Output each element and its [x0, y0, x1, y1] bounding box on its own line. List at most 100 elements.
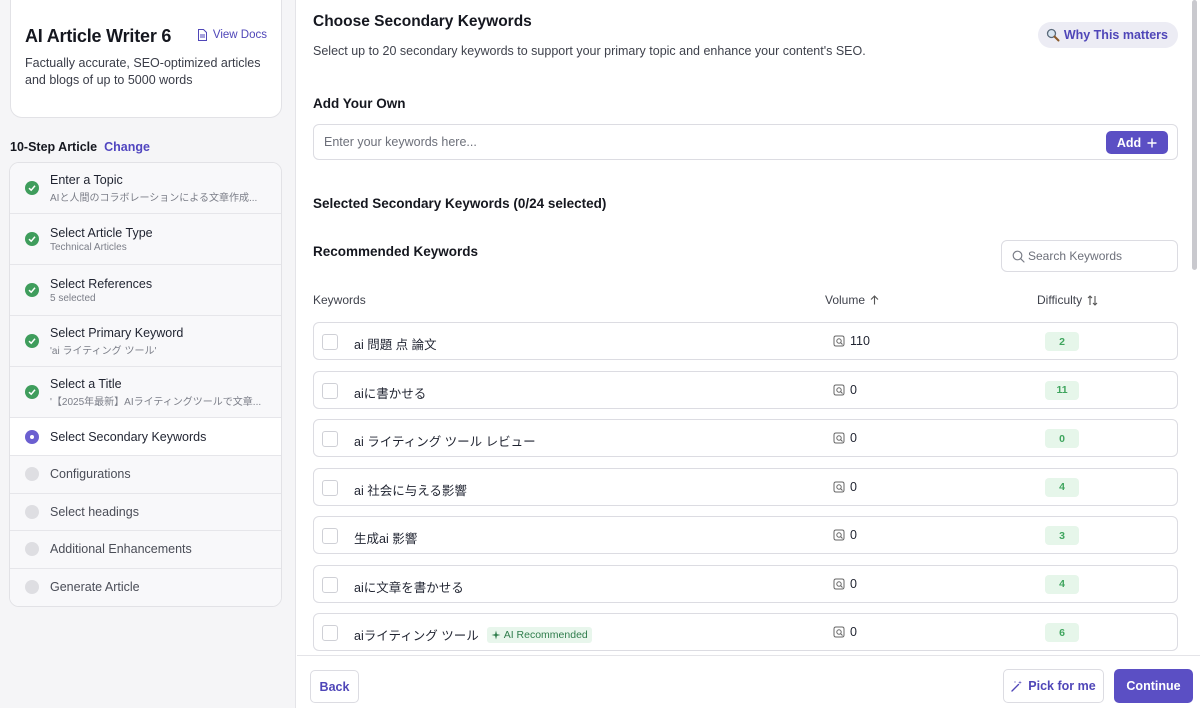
continue-button[interactable]: Continue	[1114, 669, 1193, 703]
step-select-secondary-keywords[interactable]: Select Secondary Keywords	[10, 418, 281, 456]
search-volume-icon	[833, 626, 845, 638]
change-link[interactable]: Change	[104, 140, 150, 154]
steps-list: Enter a Topic AIと人間のコラボレーションによる文章作成... Se…	[9, 162, 282, 607]
sort-icon	[1087, 294, 1098, 306]
column-difficulty-label: Difficulty	[1037, 293, 1083, 307]
steps-header-label: 10-Step Article	[10, 140, 98, 154]
pending-step-icon	[25, 580, 39, 595]
view-docs-link[interactable]: View Docs	[197, 29, 267, 41]
keyword-checkbox[interactable]	[322, 528, 338, 544]
column-volume-label: Volume	[825, 293, 866, 307]
column-header-volume[interactable]: Volume	[825, 293, 879, 307]
footer-bar: Back Pick for me Continue	[297, 655, 1200, 708]
difficulty-badge: 6	[1045, 623, 1079, 642]
keyword-checkbox[interactable]	[322, 334, 338, 350]
step-select-primary-keyword[interactable]: Select Primary Keyword 'ai ライティング ツール'	[10, 316, 281, 367]
keyword-checkbox[interactable]	[322, 576, 338, 593]
pending-step-icon	[25, 467, 39, 482]
keywords-table: ai 問題 点 論文 110 2 aiに書かせる 0 11 ai ライティング …	[313, 322, 1178, 655]
keyword-volume: 110	[850, 334, 870, 348]
arrow-up-icon	[870, 295, 879, 305]
keyword-checkbox[interactable]	[322, 431, 338, 447]
keyword-text: aiに書かせる	[354, 386, 427, 401]
step-sublabel: 5 selected	[50, 292, 96, 304]
keyword-text: ai 社会に与える影響	[354, 483, 467, 498]
difficulty-badge: 0	[1045, 429, 1079, 448]
ai-recommended-badge: AI Recommended	[486, 626, 592, 643]
step-label: Select Secondary Keywords	[50, 429, 207, 444]
keyword-volume: 0	[850, 576, 857, 591]
step-select-headings[interactable]: Select headings	[10, 493, 281, 531]
current-step-icon	[25, 429, 39, 444]
difficulty-badge: 3	[1045, 526, 1079, 545]
search-volume-icon	[833, 578, 845, 589]
table-row[interactable]: ai 問題 点 論文 110 2	[313, 322, 1178, 360]
step-label: Additional Enhancements	[50, 542, 192, 557]
add-your-own-heading: Add Your Own	[313, 96, 406, 111]
column-header-keywords: Keywords	[313, 293, 366, 307]
recommended-keywords-heading: Recommended Keywords	[313, 244, 479, 259]
why-button-label: Why This matters	[1063, 28, 1168, 42]
step-label: Select References	[50, 276, 153, 291]
difficulty-badge: 11	[1045, 380, 1079, 400]
keyword-checkbox[interactable]	[322, 625, 338, 641]
step-select-title[interactable]: Select a Title '【2025年最新】AIライティングツールで文章..…	[10, 367, 281, 418]
app-description: Factually accurate, SEO-optimized articl…	[25, 56, 261, 87]
step-sublabel: '【2025年最新】AIライティングツールで文章...	[50, 396, 262, 408]
table-row[interactable]: aiライティング ツール AI Recommended 0 6	[313, 613, 1178, 651]
step-label: Generate Article	[50, 580, 140, 595]
selected-keywords-heading: Selected Secondary Keywords (0/24 select…	[313, 196, 607, 211]
main-panel: Choose Secondary Keywords Select up to 2…	[297, 0, 1200, 655]
step-enter-topic[interactable]: Enter a Topic AIと人間のコラボレーションによる文章作成...	[10, 163, 281, 214]
step-sublabel: Technical Articles	[50, 241, 127, 253]
magic-wand-icon	[1011, 680, 1023, 692]
search-keywords-input[interactable]	[1028, 241, 1176, 271]
scrollbar[interactable]	[1192, 0, 1197, 270]
difficulty-badge: 2	[1045, 332, 1079, 351]
search-volume-icon	[833, 529, 845, 541]
steps-header: 10-Step Article Change	[10, 140, 150, 154]
keyword-volume: 0	[850, 479, 857, 494]
check-circle-icon	[25, 181, 39, 195]
keyword-checkbox[interactable]	[322, 382, 338, 399]
keyword-volume: 0	[850, 382, 857, 397]
table-row[interactable]: aiに書かせる 0 11	[313, 370, 1178, 409]
search-icon	[1012, 250, 1025, 263]
keyword-input[interactable]	[314, 125, 1094, 159]
pick-button-label: Pick for me	[1028, 679, 1096, 693]
table-row[interactable]: ai ライティング ツール レビュー 0 0	[313, 419, 1178, 457]
plus-icon	[1147, 138, 1157, 147]
column-header-difficulty[interactable]: Difficulty	[1037, 293, 1098, 307]
difficulty-badge: 4	[1045, 477, 1079, 497]
column-keywords-label: Keywords	[313, 293, 366, 307]
pick-for-me-button[interactable]: Pick for me	[1003, 669, 1104, 703]
ai-badge-label: AI Recommended	[503, 628, 588, 641]
step-label: Select Article Type	[50, 225, 153, 240]
keyword-checkbox[interactable]	[322, 479, 338, 496]
app-info-card: AI Article Writer 6 View Docs Factually …	[10, 0, 282, 118]
table-row[interactable]: aiに文章を書かせる 0 4	[313, 564, 1178, 603]
step-generate-article[interactable]: Generate Article	[10, 568, 281, 606]
check-circle-icon	[25, 334, 39, 348]
check-circle-icon	[25, 283, 39, 297]
table-row[interactable]: ai 社会に与える影響 0 4	[313, 467, 1178, 506]
step-select-article-type[interactable]: Select Article Type Technical Articles	[10, 214, 281, 265]
sidebar: AI Article Writer 6 View Docs Factually …	[0, 0, 296, 708]
step-additional-enhancements[interactable]: Additional Enhancements	[10, 531, 281, 569]
table-row[interactable]: 生成ai 影響 0 3	[313, 516, 1178, 554]
why-this-matters-button[interactable]: Why This matters	[1037, 22, 1178, 48]
step-configurations[interactable]: Configurations	[10, 456, 281, 494]
step-label: Select a Title	[50, 376, 122, 391]
search-volume-icon	[833, 335, 845, 347]
keyword-text: aiライティング ツール	[354, 629, 479, 643]
search-keywords-container	[1001, 240, 1178, 272]
step-label: Select Primary Keyword	[50, 325, 184, 340]
sparkle-icon	[491, 630, 501, 639]
back-button[interactable]: Back	[310, 670, 359, 703]
keyword-volume: 0	[850, 625, 857, 639]
step-select-references[interactable]: Select References 5 selected	[10, 265, 281, 316]
step-label: Enter a Topic	[50, 172, 123, 187]
search-volume-icon	[833, 481, 845, 492]
add-keyword-button[interactable]: Add	[1106, 131, 1168, 154]
check-circle-icon	[25, 385, 39, 399]
